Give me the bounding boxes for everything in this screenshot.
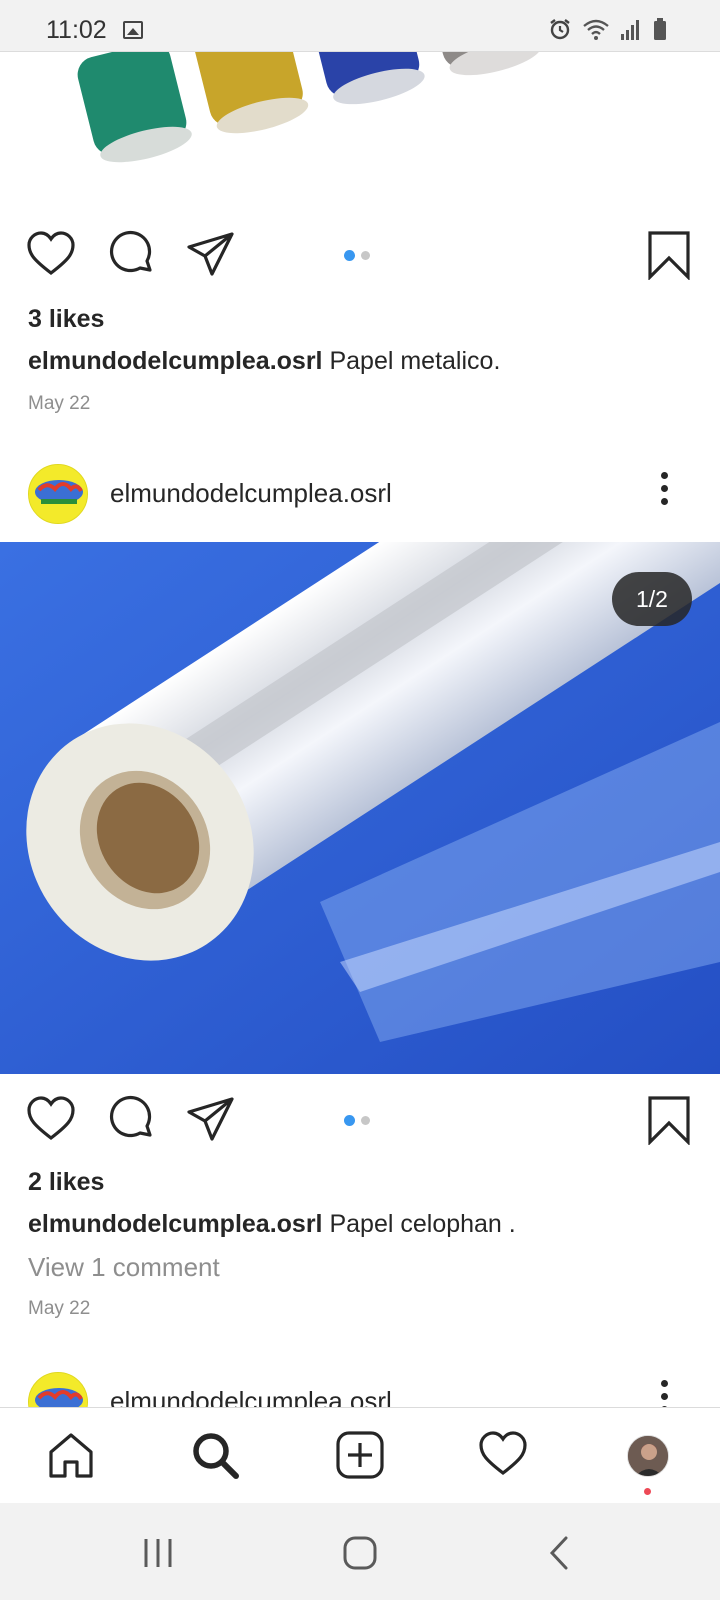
post-actions-current (0, 1095, 720, 1151)
recent-apps-icon[interactable] (138, 1533, 178, 1573)
wifi-icon (583, 19, 609, 40)
metallic-rolls-illustration (77, 52, 542, 163)
cellophane-roll-illustration (0, 542, 720, 1074)
signal-icon (621, 20, 639, 40)
home-icon[interactable] (46, 1430, 96, 1480)
battery-icon (654, 18, 666, 40)
post-header: elmundodelcumplea.osrl (0, 456, 720, 532)
image-counter: 1/2 (612, 572, 692, 626)
view-comments-link[interactable]: View 1 comment (28, 1252, 220, 1283)
post-image-cellophane-roll[interactable] (0, 542, 720, 1074)
carousel-dot (361, 251, 370, 260)
system-navigation-bar (0, 1503, 720, 1600)
caption-username[interactable]: elmundodelcumplea.osrl (28, 347, 323, 375)
caption-text: Papel metalico. (329, 347, 501, 375)
comment-icon[interactable] (106, 230, 156, 280)
post-username[interactable]: elmundodelcumplea.osrl (110, 478, 392, 509)
more-options-icon[interactable] (660, 472, 670, 512)
new-post-icon[interactable] (335, 1430, 385, 1480)
save-bookmark-icon[interactable] (644, 230, 694, 280)
status-icons (548, 17, 668, 41)
search-icon[interactable] (190, 1430, 240, 1480)
activity-heart-icon[interactable] (478, 1430, 528, 1480)
alarm-icon (550, 19, 570, 40)
post-image-metallic-rolls[interactable] (0, 52, 720, 212)
avatar[interactable] (28, 464, 88, 524)
profile-avatar[interactable] (627, 1435, 669, 1477)
comment-icon[interactable] (106, 1095, 156, 1145)
status-time: 11:02 (46, 16, 107, 44)
post-date: May 22 (28, 393, 91, 414)
profile-photo (628, 1436, 668, 1476)
like-heart-icon[interactable] (26, 1095, 76, 1145)
likes-count[interactable]: 3 likes (28, 305, 104, 334)
carousel-indicator (344, 250, 370, 261)
post-caption: elmundodelcumplea.osrl Papel celophan . (28, 1210, 516, 1239)
caption-text: Papel celophan . (329, 1210, 516, 1238)
bottom-navigation (0, 1407, 720, 1503)
status-bar: 11:02 (0, 0, 720, 52)
post-caption: elmundodelcumplea.osrl Papel metalico. (28, 347, 500, 376)
back-icon[interactable] (540, 1533, 580, 1573)
save-bookmark-icon[interactable] (644, 1095, 694, 1145)
like-heart-icon[interactable] (26, 230, 76, 280)
carousel-dot-active (344, 250, 355, 261)
share-icon[interactable] (186, 1095, 236, 1145)
likes-count[interactable]: 2 likes (28, 1168, 104, 1197)
post-actions-previous (0, 230, 720, 286)
post-date: May 22 (28, 1298, 91, 1319)
gallery-icon (123, 21, 143, 39)
home-button-icon[interactable] (340, 1533, 380, 1573)
shop-logo (29, 465, 87, 523)
caption-username[interactable]: elmundodelcumplea.osrl (28, 1210, 323, 1238)
share-icon[interactable] (186, 230, 236, 280)
notification-dot (644, 1488, 651, 1495)
carousel-indicator (344, 1115, 370, 1126)
carousel-dot-active (344, 1115, 355, 1126)
carousel-dot (361, 1116, 370, 1125)
